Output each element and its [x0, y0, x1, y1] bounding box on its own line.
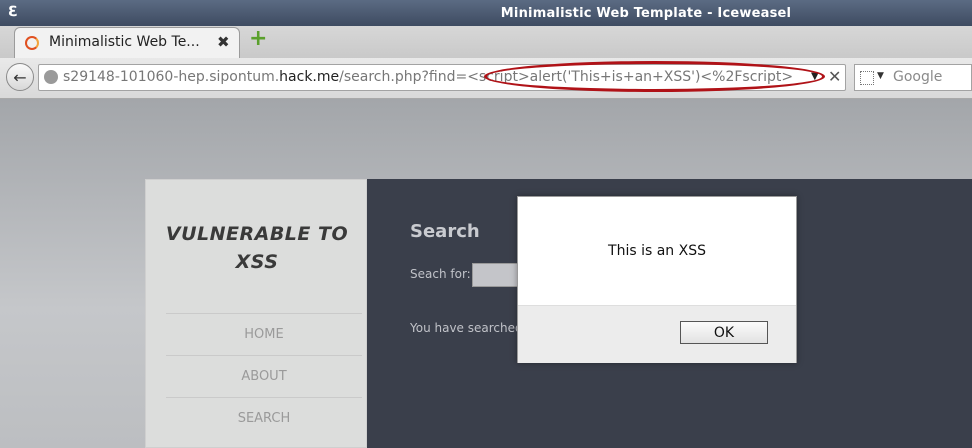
plus-icon[interactable]: +	[249, 28, 267, 50]
browser-tab[interactable]: Minimalistic Web Te... ✖	[14, 27, 240, 58]
menu-item-home[interactable]: HOME	[166, 313, 362, 356]
menu-item-search[interactable]: SEARCH	[166, 397, 362, 440]
menu-item-about[interactable]: ABOUT	[166, 355, 362, 398]
dialog-footer: OK	[518, 305, 796, 363]
highlight-circle-annotation	[484, 61, 825, 92]
page-loading-icon	[25, 36, 39, 50]
page-title: Search	[410, 221, 480, 242]
url-domain: hack.me	[279, 69, 340, 85]
site-logo: VULNERABLE TO XSS	[146, 220, 368, 276]
alert-message: This is an XSS	[608, 243, 706, 259]
search-engine-icon[interactable]	[860, 71, 874, 85]
ok-button[interactable]: OK	[680, 321, 768, 344]
window-titlebar: ℇ Minimalistic Web Template - Iceweasel	[0, 0, 972, 26]
url-prefix: s29148-101060-hep.sipontum.	[63, 69, 280, 85]
globe-icon	[44, 70, 58, 84]
clear-icon[interactable]: ✕	[828, 67, 841, 86]
search-result-text: You have searched	[410, 321, 523, 335]
window-title: Minimalistic Web Template - Iceweasel	[500, 6, 792, 21]
alert-dialog: This is an XSS OK	[517, 196, 797, 363]
search-placeholder: Google	[893, 69, 943, 85]
brand-line-1: VULNERABLE TO	[165, 223, 349, 245]
tab-label: Minimalistic Web Te...	[49, 34, 200, 50]
search-label: Seach for:	[410, 267, 471, 281]
tab-strip: Minimalistic Web Te... ✖ +	[0, 26, 972, 59]
close-icon[interactable]: ✖	[217, 33, 230, 51]
search-bar[interactable]: ▼ Google	[854, 64, 972, 91]
web-page: VULNERABLE TO XSS HOME ABOUT SEARCH Sear…	[0, 99, 972, 448]
site-sidebar: VULNERABLE TO XSS HOME ABOUT SEARCH	[145, 179, 367, 448]
brand-line-2: XSS	[235, 251, 279, 273]
search-input[interactable]	[472, 263, 520, 287]
back-arrow-icon[interactable]: ←	[6, 63, 34, 91]
chevron-down-icon[interactable]: ▼	[877, 71, 884, 81]
